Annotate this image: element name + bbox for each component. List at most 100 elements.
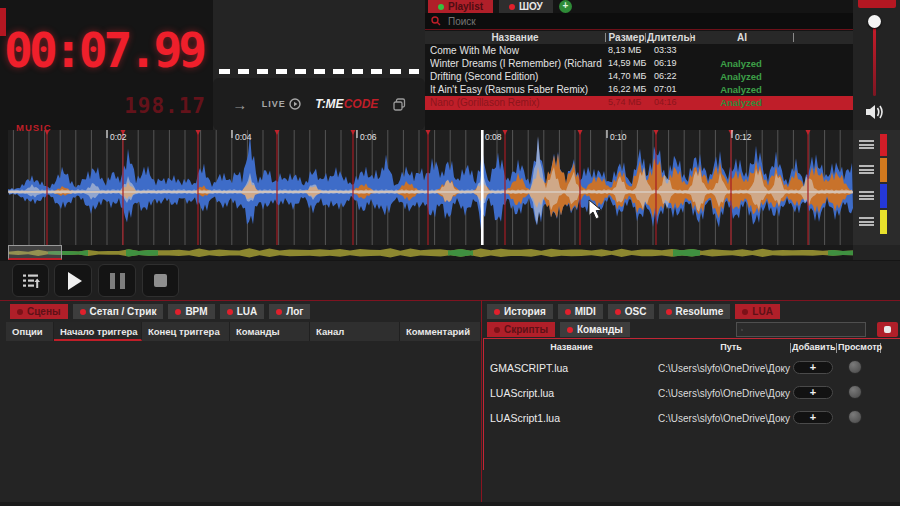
script-column-name[interactable]: Название [484, 342, 659, 352]
waveform-overview[interactable] [8, 245, 853, 260]
tab-label: MIDI [575, 306, 596, 317]
volume-slider-track[interactable] [873, 16, 876, 96]
add-script-button[interactable]: + [793, 411, 833, 424]
svg-text:0:06: 0:06 [360, 132, 377, 142]
playlist-search[interactable] [425, 13, 853, 30]
waveform-left-strip [0, 130, 8, 260]
script-row[interactable]: LUAScript1.luaC:\Users\slyfo\OneDrive\До… [484, 405, 900, 430]
tab-resolume[interactable]: Resolume [659, 304, 731, 319]
search-icon [431, 16, 441, 26]
add-script-button[interactable]: + [793, 386, 833, 399]
playlist-row[interactable]: Nano (Gorillason Remix)5,74 МБ04:16Analy… [425, 96, 853, 110]
track-duration: 04:16 [654, 96, 677, 109]
track-duration: 03:33 [654, 44, 677, 57]
trigger-column-header[interactable]: Опции [6, 322, 54, 341]
tab-lua[interactable]: LUA [735, 304, 780, 319]
tab-лог[interactable]: Лог [269, 304, 310, 319]
column-duration[interactable]: Длительн [647, 31, 689, 44]
script-column-view[interactable]: Просмотр [838, 342, 879, 352]
waveform-display[interactable]: 0:020:040:060:080:100:12 [8, 130, 853, 245]
tab-status-dot [615, 309, 621, 315]
column-ai[interactable]: AI [691, 31, 793, 44]
playlist-row[interactable]: It Ain't Easy (Rasmus Faber Remix)16,22 … [425, 83, 853, 96]
subtab-команды[interactable]: Команды [560, 322, 630, 337]
trigger-column-header[interactable]: Конец триггера [142, 322, 230, 341]
layer-menu-icon[interactable] [859, 140, 874, 149]
column-size[interactable]: Размер [608, 31, 645, 44]
stop-button[interactable] [142, 264, 179, 297]
live-button[interactable]: LIVE [262, 98, 301, 110]
layer-menu-icon[interactable] [859, 191, 874, 200]
tab-status-dot [175, 309, 181, 315]
column-name[interactable]: Название [425, 31, 605, 44]
volume-strip [853, 0, 900, 130]
tab-status-dot [666, 309, 672, 315]
view-script-button[interactable] [848, 385, 862, 399]
playlist-table-header: Название Размер Длительн AI [425, 31, 853, 44]
tab-lua[interactable]: LUA [220, 304, 265, 319]
tab-label: Скрипты [504, 324, 548, 335]
volume-slider-knob[interactable] [868, 15, 881, 28]
track-layer-controls [853, 130, 900, 245]
arrow-button[interactable]: → [232, 96, 247, 113]
tab-midi[interactable]: MIDI [558, 304, 603, 319]
trigger-column-header[interactable]: Начало триггера [54, 322, 142, 341]
playlist-tab[interactable]: ШОУ [499, 0, 553, 13]
playlist-search-input[interactable] [446, 15, 650, 28]
playlist-row[interactable]: Drifting (Second Edition)14,70 МБ06:22An… [425, 70, 853, 83]
copy-icon[interactable] [393, 98, 406, 111]
add-playlist-button[interactable]: + [559, 0, 572, 13]
script-path: C:\Users\slyfo\OneDrive\Доку [561, 388, 790, 399]
play-button[interactable] [54, 264, 92, 297]
track-name: Drifting (Second Edition) [430, 70, 603, 83]
script-column-add[interactable]: Добавить [792, 342, 835, 352]
layer-color-bar [880, 158, 887, 182]
tab-label: Playlist [448, 1, 483, 12]
subtab-скрипты[interactable]: Скрипты [487, 322, 555, 337]
track-ai-status: Analyzed [695, 83, 787, 96]
left-tab-row: Сцены Сетап / Стрик BPM LUA Лог [10, 304, 310, 319]
script-search[interactable] [736, 322, 866, 337]
layer-menu-icon[interactable] [859, 165, 874, 174]
playlist-tab[interactable]: Playlist [428, 0, 493, 13]
layer-menu-icon[interactable] [859, 217, 874, 226]
tab-история[interactable]: История [487, 304, 553, 319]
playlist-row[interactable]: Come With Me Now8,13 МБ03:33 [425, 44, 853, 57]
playlist-row[interactable]: Winter Dreams (I Remember) (Richard Earn… [425, 57, 853, 70]
tab-bpm[interactable]: BPM [168, 304, 214, 319]
trigger-column-header[interactable]: Комментарий [400, 322, 481, 341]
trigger-column-header[interactable]: Команды [230, 322, 310, 341]
speaker-icon[interactable] [865, 103, 887, 121]
pause-icon [110, 273, 125, 289]
script-row[interactable]: GMASCRIPT.luaC:\Users\slyfo\OneDrive\Док… [484, 355, 900, 380]
view-script-button[interactable] [848, 410, 862, 424]
tab-сцены[interactable]: Сцены [10, 304, 68, 319]
tab-сетап-стрик[interactable]: Сетап / Стрик [73, 304, 164, 319]
tab-osc[interactable]: OSC [608, 304, 654, 319]
right-tab-row: История MIDI OSC Resolume LUA [487, 304, 780, 319]
svg-text:0:04: 0:04 [235, 132, 252, 142]
load-playlist-button[interactable] [12, 264, 49, 297]
pause-button[interactable] [98, 264, 136, 297]
track-size: 5,74 МБ [608, 96, 641, 109]
timecode-logo[interactable]: T:MECODE [315, 97, 378, 111]
script-row[interactable]: LUAScript.luaC:\Users\slyfo\OneDrive\Док… [484, 380, 900, 405]
timecode-logo-time: T:ME [315, 97, 343, 111]
script-search-input[interactable] [747, 324, 861, 336]
lua-action-button[interactable] [877, 322, 898, 337]
timecode-panel: → LIVE T:MECODE [213, 0, 425, 130]
view-script-button[interactable] [848, 360, 862, 374]
trigger-column-header[interactable]: Канал [310, 322, 400, 341]
tab-label: Команды [577, 324, 623, 335]
tab-label: Лог [286, 306, 303, 317]
overview-view-window[interactable] [8, 245, 62, 260]
tab-label: LUA [752, 306, 773, 317]
stop-icon [154, 274, 167, 287]
script-tab-row: Скрипты Команды [487, 322, 630, 337]
add-script-button[interactable]: + [793, 361, 833, 374]
playlist-up-icon [21, 271, 41, 291]
playlist-rows: Come With Me Now8,13 МБ03:33Winter Dream… [425, 44, 853, 110]
play-icon [68, 272, 82, 290]
script-name: LUAScript1.lua [490, 412, 560, 424]
svg-text:0:02: 0:02 [110, 132, 127, 142]
